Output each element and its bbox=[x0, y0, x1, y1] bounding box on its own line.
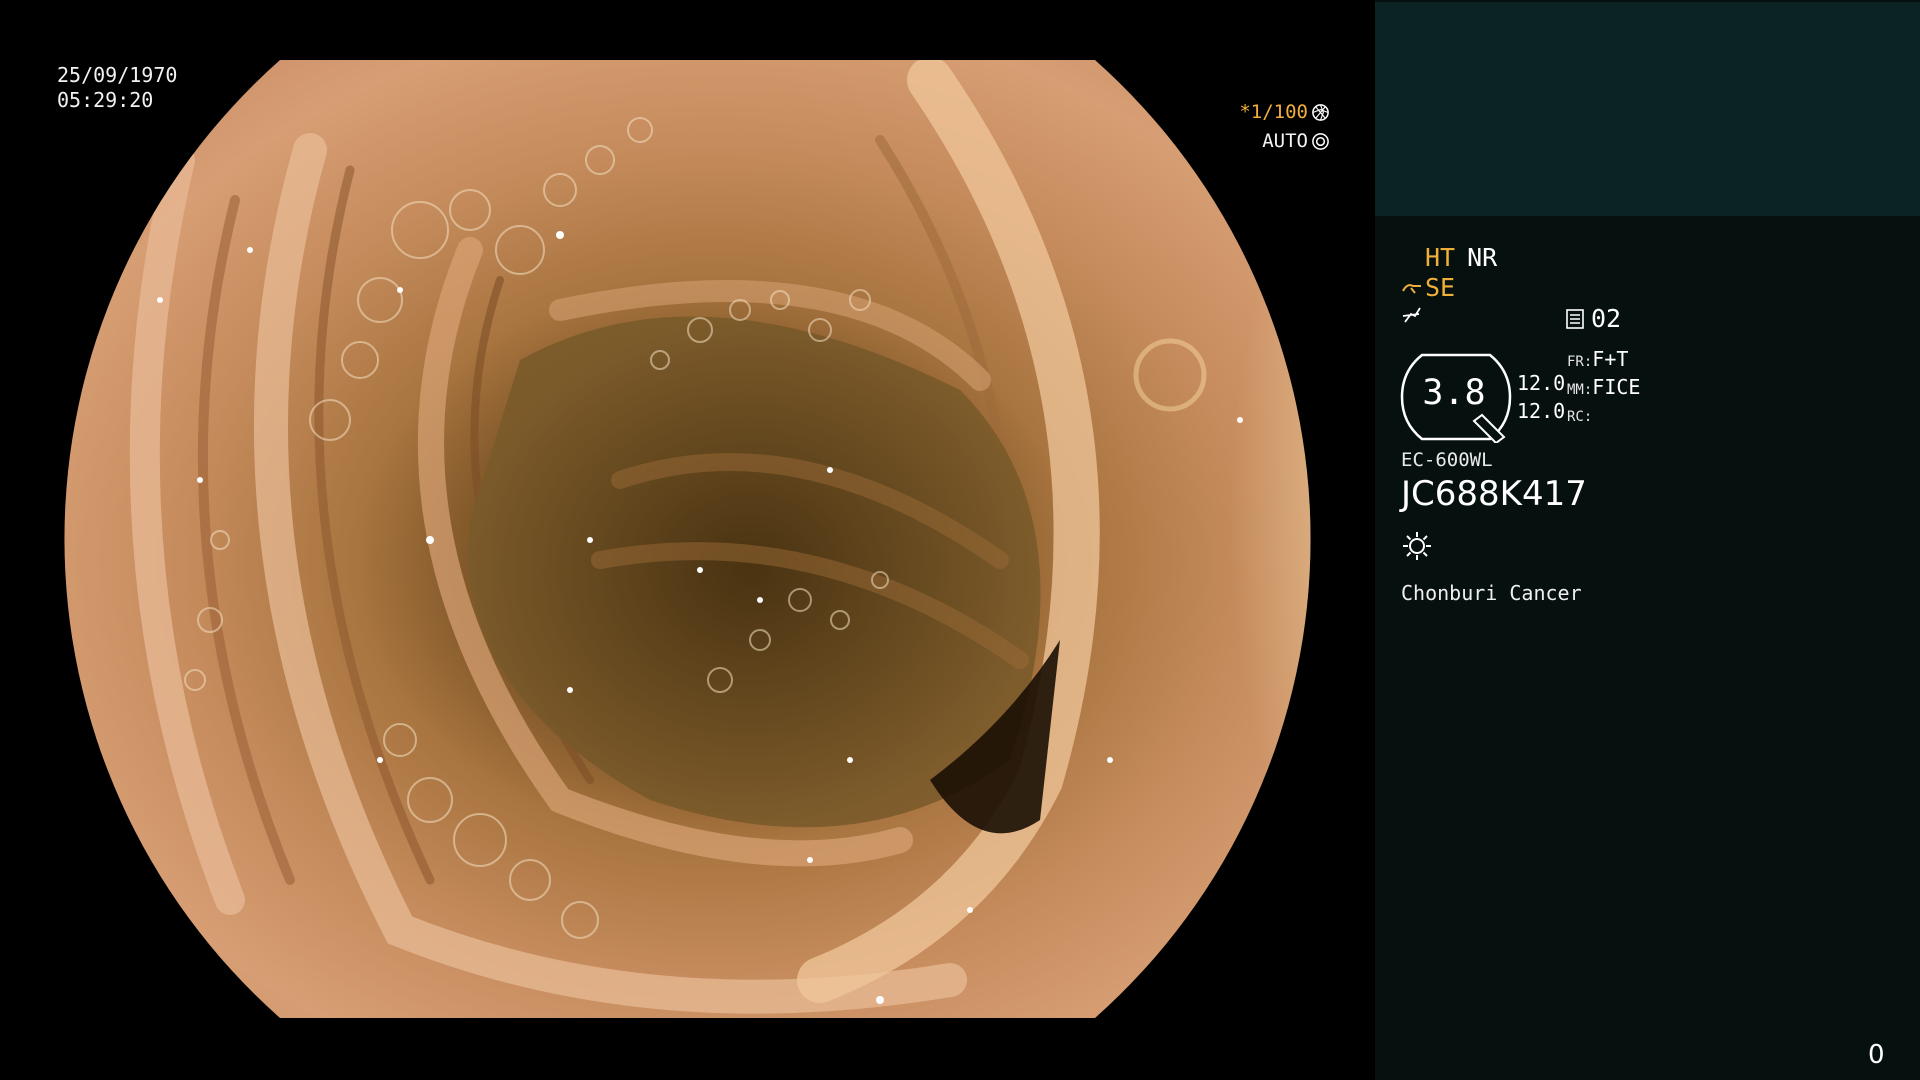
mm-label: MM: bbox=[1567, 382, 1593, 398]
exposure-mode-text: AUTO bbox=[1262, 130, 1308, 152]
fr-label: FR: bbox=[1567, 354, 1593, 370]
gauge-numbers: 12.0 12.0 bbox=[1517, 369, 1565, 425]
memory-mode-row: 02 bbox=[1565, 304, 1621, 333]
light-source-icon bbox=[1403, 532, 1431, 560]
exposure-indicator: *1/100 AUTO bbox=[1239, 98, 1330, 156]
fr-value: F+T bbox=[1592, 347, 1629, 371]
date-text: 25/09/1970 bbox=[57, 63, 178, 87]
enhancement-status-row: HT NR bbox=[1425, 243, 1497, 272]
memory-icon bbox=[1566, 308, 1584, 329]
shutter-speed-text: *1/100 bbox=[1239, 101, 1308, 123]
nr-label: NR bbox=[1467, 243, 1498, 272]
gauge-value: 3.8 bbox=[1422, 373, 1486, 413]
endoscopic-image bbox=[64, 60, 1311, 1018]
flash-off-icon bbox=[1402, 307, 1421, 323]
settings-list: FR:F+T MM:FICE RC: bbox=[1567, 347, 1640, 430]
scope-model-text: EC-600WL bbox=[1401, 449, 1493, 471]
mm-value: FICE bbox=[1592, 375, 1641, 399]
ht-label: HT bbox=[1425, 243, 1456, 272]
facility-name-text: Chonburi Cancer bbox=[1401, 581, 1582, 605]
panel-header bbox=[1375, 2, 1920, 216]
date-time-stamp: 25/09/1970 05:29:20 bbox=[57, 63, 177, 113]
gauge-number-1: 12.0 bbox=[1517, 371, 1566, 395]
rc-label: RC: bbox=[1567, 409, 1593, 425]
time-text: 05:29:20 bbox=[57, 88, 154, 112]
structure-enhance-row: SE bbox=[1401, 273, 1455, 302]
endoscope-view: 25/09/1970 05:29:20 *1/100 AUTO bbox=[0, 0, 1375, 1080]
se-label: SE bbox=[1425, 273, 1456, 302]
gauge-number-2: 12.0 bbox=[1517, 399, 1566, 423]
mode-value: 02 bbox=[1591, 304, 1622, 333]
aperture-icon bbox=[1312, 104, 1329, 121]
serial-number-text: JC688K417 bbox=[1401, 474, 1587, 514]
scope-icon bbox=[1402, 283, 1421, 294]
flash-status-row bbox=[1401, 304, 1423, 326]
iris-icon bbox=[1312, 133, 1329, 150]
frame-counter: 0 bbox=[1868, 1040, 1885, 1070]
info-panel: HT NR SE 02 3.8 12.0 12.0 FR:F+T MM:FICE … bbox=[1375, 0, 1920, 1080]
